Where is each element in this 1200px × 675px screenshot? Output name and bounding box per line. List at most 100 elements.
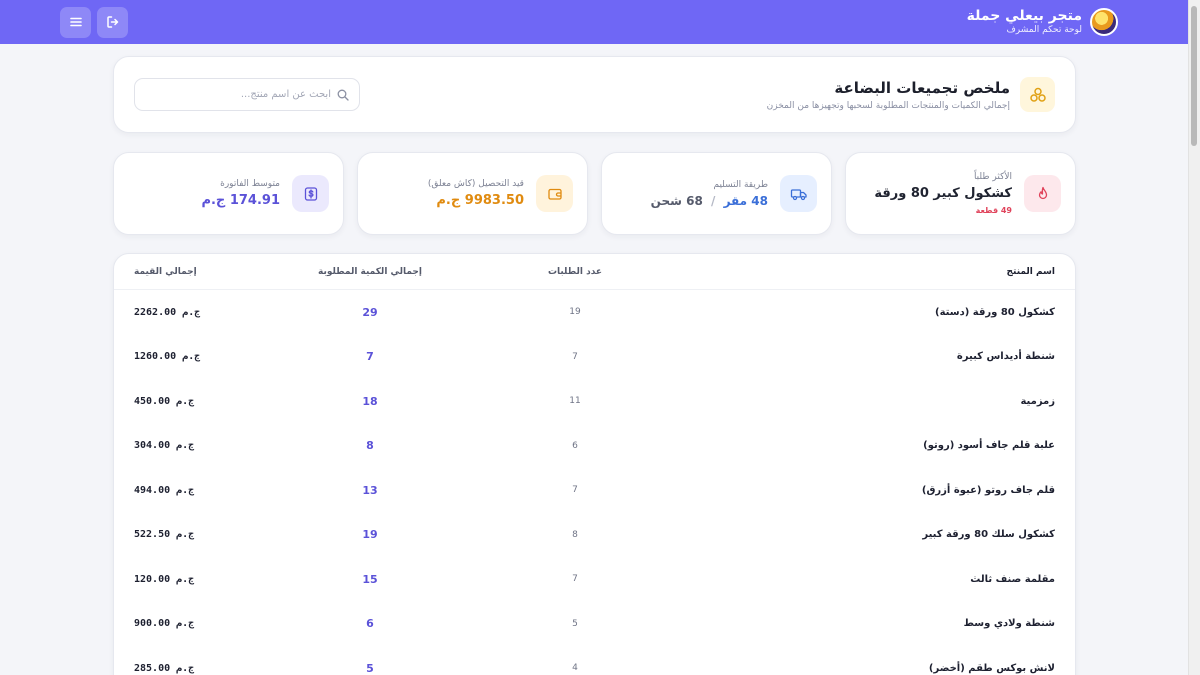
column-header-qty[interactable]: إجمالي الكمية المطلوبة [245, 267, 495, 277]
total-currency: ج.م [176, 662, 195, 674]
table-row[interactable]: قلم جاف روتو (عبوة أزرق) 7 13 494.00 ج.م [114, 468, 1075, 513]
orders-count: 7 [572, 485, 578, 496]
product-name: قلم جاف روتو (عبوة أزرق) [921, 484, 1055, 496]
total-value: 494.00 ج.م [134, 485, 245, 496]
brand[interactable]: متجر بيعلي جملة لوحة تحكم المشرف [967, 8, 1118, 36]
top-bar: متجر بيعلي جملة لوحة تحكم المشرف [0, 0, 1188, 44]
table-row[interactable]: مقلمة صنف ثالث 7 15 120.00 ج.م [114, 557, 1075, 602]
fire-icon [1024, 175, 1061, 212]
orders-count: 7 [572, 351, 578, 362]
total-currency: ج.م [176, 440, 195, 452]
total-amount: 304.00 [134, 440, 171, 452]
pending-amount: 9983.50 [464, 193, 524, 208]
table-row[interactable]: كشكول سلك 80 ورقة كبير 8 19 522.50 ج.م [114, 513, 1075, 558]
product-name: شنطة ولادي وسط [963, 618, 1055, 630]
headquarters-label: مقر [723, 193, 748, 208]
stat-average-value: 174.91 ج.م [201, 193, 280, 208]
truck-icon [780, 175, 817, 212]
table-row[interactable]: علبة قلم جاف أسود (روتو) 6 8 304.00 ج.م [114, 424, 1075, 469]
total-value: 120.00 ج.م [134, 574, 245, 585]
stat-delivery-value: 48 مقر / 68 شحن [651, 194, 768, 208]
pending-currency: ج.م [436, 193, 461, 208]
stat-average: متوسط الفاتورة 174.91 ج.م [113, 152, 344, 235]
summary-header-card: ملخص تجميعات البضاعة إجمالي الكميات والم… [113, 56, 1076, 133]
table-body: كشكول 80 ورقة (دستة) 19 29 2262.00 ج.م شنطة … [114, 290, 1075, 675]
total-quantity: 7 [366, 350, 374, 364]
product-name: مقلمة صنف ثالث [970, 573, 1055, 585]
dollar-icon [292, 175, 329, 212]
total-value: 1260.00 ج.م [134, 351, 245, 362]
stat-delivery-label: طريقة التسليم [713, 179, 768, 190]
table-row[interactable]: شنطة ولادي وسط 5 6 900.00 ج.م [114, 602, 1075, 647]
logout-button[interactable] [97, 6, 128, 38]
menu-icon [69, 17, 82, 27]
product-name: علبة قلم جاف أسود (روتو) [923, 440, 1055, 452]
total-quantity: 19 [362, 528, 378, 542]
orders-count: 11 [569, 396, 581, 407]
shipping-count: 68 [686, 193, 703, 208]
logout-icon [106, 16, 118, 28]
average-currency: ج.م [201, 193, 226, 208]
wallet-icon [536, 175, 573, 212]
orders-count: 19 [569, 307, 581, 318]
delivery-separator: / [711, 193, 716, 208]
column-header-orders[interactable]: عدد الطلبات [495, 267, 655, 277]
total-quantity: 15 [362, 572, 378, 586]
scrollbar-thumb[interactable] [1191, 6, 1197, 146]
total-currency: ج.م [176, 618, 195, 630]
total-amount: 494.00 [134, 484, 171, 496]
brand-title: متجر بيعلي جملة [966, 8, 1082, 24]
search-icon [337, 89, 349, 101]
product-name: كشكول سلك 80 ورقة كبير [922, 529, 1055, 541]
products-table: اسم المنتج عدد الطلبات إجمالي الكمية الم… [113, 253, 1076, 675]
column-header-name[interactable]: اسم المنتج [655, 267, 1055, 277]
orders-count: 7 [572, 574, 578, 585]
stats-row: الأكثر طلباً كشكول كبير 80 ورقة 49 قطعة … [113, 152, 1076, 235]
stat-pending-value: 9983.50 ج.م [428, 193, 524, 208]
total-value: 900.00 ج.م [134, 618, 245, 629]
table-row[interactable]: لانش بوكس طقم (أخضر) 4 5 285.00 ج.م [114, 646, 1075, 675]
average-amount: 174.91 [229, 193, 280, 208]
boxes-icon [1020, 77, 1055, 112]
table-row[interactable]: كشكول 80 ورقة (دستة) 19 29 2262.00 ج.م [114, 290, 1075, 335]
total-value: 450.00 ج.م [134, 396, 245, 407]
orders-count: 8 [572, 529, 578, 540]
search-box[interactable] [134, 78, 360, 111]
main-content: ملخص تجميعات البضاعة إجمالي الكميات والم… [113, 56, 1076, 675]
stat-top-product-value: كشكول كبير 80 ورقة [874, 186, 1012, 201]
brand-subtitle: لوحة تحكم المشرف [1006, 25, 1082, 35]
total-quantity: 18 [362, 394, 378, 408]
top-actions [60, 6, 128, 38]
orders-count: 5 [572, 618, 578, 629]
page-title: ملخص تجميعات البضاعة [834, 78, 1010, 97]
search-input[interactable] [145, 89, 331, 100]
total-amount: 900.00 [134, 618, 171, 630]
total-currency: ج.م [182, 306, 201, 318]
orders-count: 6 [572, 440, 578, 451]
orders-count: 4 [572, 663, 578, 674]
product-name: كشكول 80 ورقة (دستة) [935, 306, 1055, 318]
total-quantity: 8 [366, 439, 374, 453]
stat-pending-label: قيد التحصيل (كاش معلق) [427, 179, 524, 189]
table-row[interactable]: شنطة أديداس كبيرة 7 7 1260.00 ج.م [114, 335, 1075, 380]
stat-top-product-count: 49 قطعة [975, 206, 1012, 215]
page-scrollbar[interactable] [1188, 0, 1200, 675]
total-quantity: 29 [362, 305, 378, 319]
total-amount: 2262.00 [134, 306, 177, 318]
page-subtitle: إجمالي الكميات والمنتجات المطلوبة لسحبها… [766, 100, 1010, 111]
table-row[interactable]: زمزمية 11 18 450.00 ج.م [114, 379, 1075, 424]
total-amount: 285.00 [134, 662, 171, 674]
shipping-label: شحن [650, 193, 682, 208]
menu-button[interactable] [60, 6, 91, 38]
total-value: 522.50 ج.م [134, 529, 245, 540]
stat-pending: قيد التحصيل (كاش معلق) 9983.50 ج.م [357, 152, 588, 235]
product-name: شنطة أديداس كبيرة [956, 351, 1055, 363]
total-amount: 522.50 [134, 529, 171, 541]
stat-delivery: طريقة التسليم 48 مقر / 68 شحن [601, 152, 832, 235]
total-value: 285.00 ج.م [134, 663, 245, 674]
column-header-total[interactable]: إجمالي القيمة [134, 267, 245, 277]
stat-top-product-label: الأكثر طلباً [973, 172, 1012, 182]
stat-average-label: متوسط الفاتورة [220, 179, 280, 189]
total-quantity: 5 [366, 661, 374, 675]
total-quantity: 6 [366, 617, 374, 631]
